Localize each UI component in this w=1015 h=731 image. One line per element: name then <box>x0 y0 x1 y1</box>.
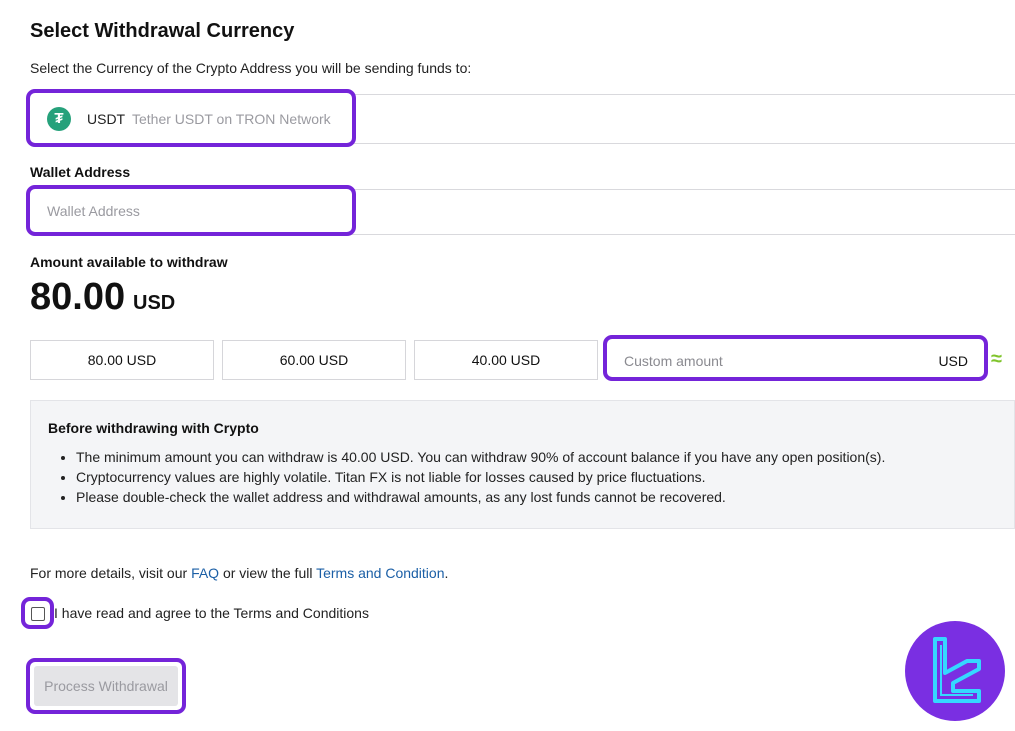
notice-title: Before withdrawing with Crypto <box>48 420 259 436</box>
amount-60-button[interactable]: 60.00 USD <box>222 340 406 380</box>
brand-logo-icon <box>905 621 1005 721</box>
amount-80-button[interactable]: 80.00 USD <box>30 340 214 380</box>
details-suffix: . <box>444 565 449 581</box>
wallet-address-field[interactable] <box>26 185 356 236</box>
available-currency: USD <box>133 292 176 314</box>
agree-checkbox[interactable] <box>31 607 45 621</box>
process-withdrawal-wrapper: Process Withdrawal <box>26 658 186 714</box>
details-text: For more details, visit our FAQ or view … <box>30 565 448 581</box>
page-title: Select Withdrawal Currency <box>30 20 295 42</box>
currency-code: USDT <box>87 111 126 127</box>
amount-available-label: Amount available to withdraw <box>30 254 228 270</box>
withdrawal-notice: Before withdrawing with Crypto The minim… <box>30 400 1015 529</box>
available-amount: 80.00 <box>30 276 126 318</box>
divider <box>350 94 1015 95</box>
notice-item: Cryptocurrency values are highly volatil… <box>76 467 885 487</box>
currency-description: Tether USDT on TRON Network <box>132 111 331 127</box>
faq-link[interactable]: FAQ <box>191 565 219 581</box>
page-subtitle: Select the Currency of the Crypto Addres… <box>30 60 472 76</box>
notice-item: The minimum amount you can withdraw is 4… <box>76 447 885 467</box>
tether-icon: ₮ <box>47 107 71 131</box>
process-withdrawal-button[interactable]: Process Withdrawal <box>34 666 178 706</box>
divider <box>350 234 1015 235</box>
agree-checkbox-wrapper[interactable] <box>21 597 54 629</box>
details-prefix: For more details, visit our <box>30 565 192 581</box>
currency-selector[interactable]: ₮ USDT Tether USDT on TRON Network <box>26 89 356 147</box>
brand-logo-mark <box>933 637 981 703</box>
approx-icon: ≈ <box>991 348 1002 370</box>
custom-amount-field[interactable]: USD <box>603 335 988 381</box>
terms-link[interactable]: Terms and Condition <box>316 565 444 581</box>
notice-item: Please double-check the wallet address a… <box>76 487 885 507</box>
divider <box>350 189 1015 190</box>
custom-amount-input[interactable] <box>624 353 914 369</box>
wallet-address-input[interactable] <box>47 203 337 219</box>
wallet-address-label: Wallet Address <box>30 164 131 180</box>
notice-list: The minimum amount you can withdraw is 4… <box>48 447 885 507</box>
agree-label: I have read and agree to the Terms and C… <box>54 605 369 621</box>
divider <box>350 143 1015 144</box>
custom-amount-currency: USD <box>938 353 968 369</box>
details-middle: or view the full <box>219 565 317 581</box>
amount-40-button[interactable]: 40.00 USD <box>414 340 598 380</box>
